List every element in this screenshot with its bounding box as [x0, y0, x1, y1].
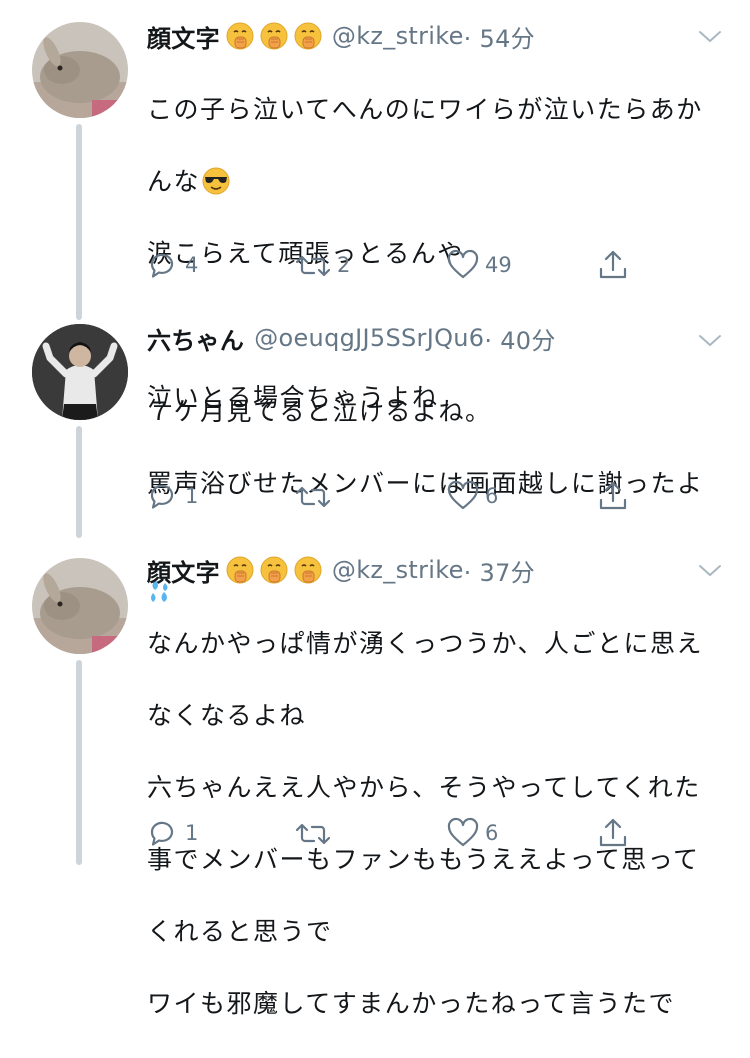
username-handle[interactable]: @kz_strike [332, 22, 464, 50]
like-button[interactable]: 6 [447, 478, 498, 514]
tweet-text-line: この子ら泣いてへんのにワイらが泣いたらあか [147, 95, 703, 124]
tweet-1[interactable]: 顔文字 @kz_strike · 54分 この子ら泣いてへんのにワイらが泣いたら… [0, 0, 750, 412]
like-button[interactable]: 49 [447, 247, 512, 283]
tweet-2[interactable]: 六ちゃん @oeuqgJJ5SSrJQu6 · 40分 ７ケ月見てると泣けるよね… [0, 320, 750, 602]
reply-count: 1 [185, 821, 199, 845]
tweet-header: 顔文字 @kz_strike · 37分 [147, 552, 690, 588]
retweet-icon [295, 823, 331, 845]
heart-icon [447, 480, 479, 510]
tweet-text-line: なくなるよね [147, 701, 307, 730]
heart-icon [447, 817, 479, 847]
retweet-count: 2 [337, 253, 351, 277]
chevron-down-icon[interactable] [696, 326, 724, 354]
reply-button[interactable]: 1 [147, 478, 198, 514]
timestamp[interactable]: · 37分 [464, 553, 535, 588]
tweet-header: 六ちゃん @oeuqgJJ5SSrJQu6 · 40分 [147, 320, 690, 356]
shushing-face-icon [260, 556, 288, 584]
retweet-icon [295, 255, 331, 277]
like-button[interactable]: 6 [447, 815, 498, 851]
tweet-header: 顔文字 @kz_strike · 54分 [147, 18, 690, 54]
shushing-face-icon [226, 556, 254, 584]
shushing-face-icon [226, 22, 254, 50]
chevron-down-icon[interactable] [696, 22, 724, 50]
heart-icon [447, 249, 479, 279]
username-handle[interactable]: @oeuqgJJ5SSrJQu6 [254, 324, 484, 352]
share-icon [599, 481, 627, 510]
tweet-text-line: ７ケ月見てると泣けるよね。 [147, 397, 492, 426]
reply-icon [150, 253, 174, 278]
share-button[interactable] [597, 478, 629, 514]
retweet-button[interactable]: 2 [295, 247, 350, 283]
avatar-rabbit[interactable] [32, 558, 128, 654]
tweet-3[interactable]: 顔文字 @kz_strike · 37分 なんかやっぱ情が湧くっつうか、人ごとに… [0, 538, 750, 1018]
thread-line [76, 426, 82, 538]
display-name[interactable]: 顔文字 [147, 19, 220, 54]
reply-icon [150, 821, 174, 846]
avatar-rabbit[interactable] [32, 22, 128, 118]
like-count: 6 [485, 821, 499, 845]
thread-line [76, 124, 82, 320]
tweet-text-line: 六ちゃんええ人やから、そうやってしてくれた [147, 773, 701, 802]
share-button[interactable] [597, 247, 629, 283]
shushing-face-icon [294, 556, 322, 584]
shushing-face-icon [294, 22, 322, 50]
retweet-button[interactable] [295, 478, 337, 514]
display-name[interactable]: 六ちゃん [147, 321, 244, 356]
chevron-down-icon[interactable] [696, 556, 724, 584]
reply-count: 4 [185, 253, 199, 277]
tweet-text-line: なんかやっぱ情が湧くっつうか、人ごとに思え [147, 629, 704, 658]
timestamp[interactable]: · 54分 [464, 19, 535, 54]
tweet-actions: 1 6 [147, 478, 647, 514]
shushing-face-icon [260, 22, 288, 50]
like-count: 6 [485, 484, 499, 508]
thread-line [76, 660, 82, 865]
reply-button[interactable]: 1 [147, 815, 198, 851]
retweet-button[interactable] [295, 815, 337, 851]
sunglasses-face-icon [202, 167, 230, 195]
share-icon [599, 818, 627, 847]
share-button[interactable] [597, 815, 629, 851]
tweet-actions: 4 2 49 [147, 247, 647, 283]
tweet-actions: 1 6 [147, 815, 647, 851]
like-count: 49 [485, 253, 512, 277]
timestamp[interactable]: · 40分 [484, 321, 555, 356]
reply-count: 1 [185, 484, 199, 508]
display-name[interactable]: 顔文字 [147, 553, 220, 588]
username-handle[interactable]: @kz_strike [332, 556, 464, 584]
retweet-icon [295, 486, 331, 508]
reply-icon [150, 484, 174, 509]
reply-button[interactable]: 4 [147, 247, 198, 283]
tweet-text-line: ワイも邪魔してすまんかったねって言うたで [147, 989, 676, 1018]
tweet-text-line: んな [147, 164, 710, 200]
share-icon [599, 250, 627, 279]
avatar-man[interactable] [32, 324, 128, 420]
tweet-text-line: くれると思うで [147, 917, 333, 946]
